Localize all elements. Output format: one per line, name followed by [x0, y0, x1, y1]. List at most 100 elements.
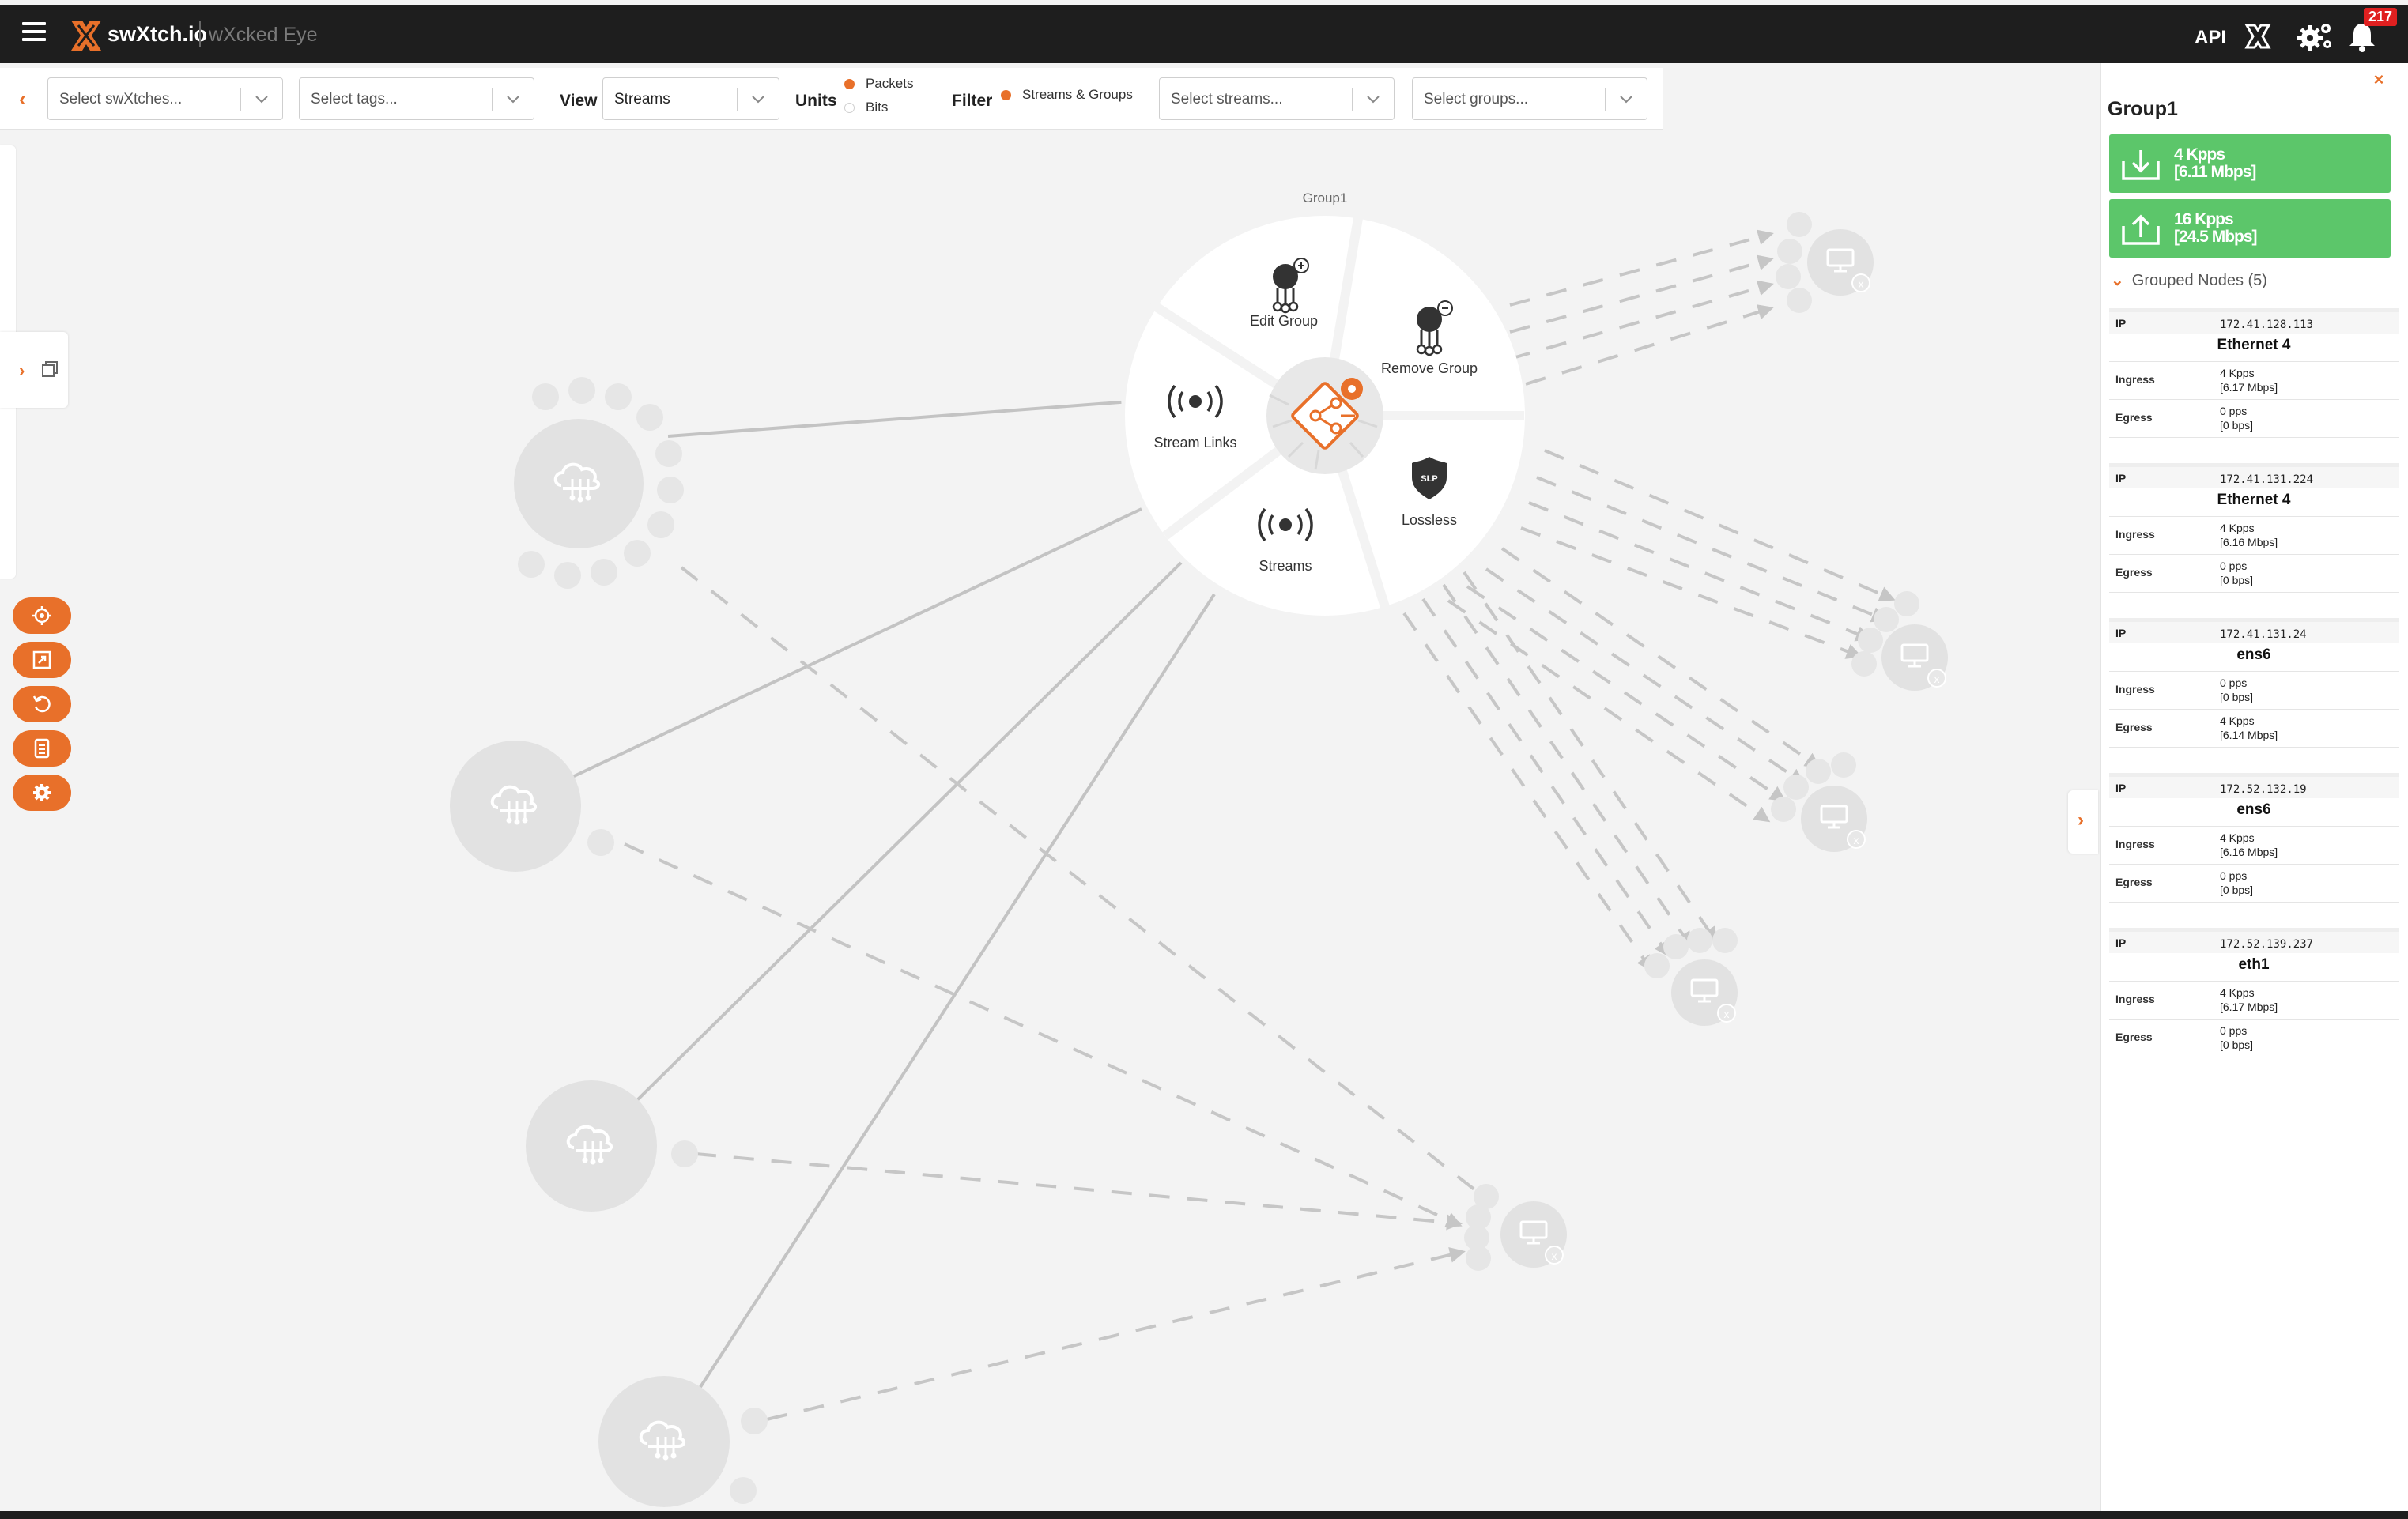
- stream-port-dot[interactable]: [587, 829, 614, 856]
- destination-node-1[interactable]: x: [1776, 212, 1874, 313]
- settings-button[interactable]: [13, 775, 71, 811]
- edit-group-label: Edit Group: [1250, 313, 1318, 329]
- stream-flow-line: [1525, 304, 1774, 386]
- notification-badge[interactable]: 217: [2364, 8, 2398, 26]
- stream-link-line[interactable]: [667, 400, 1122, 438]
- units-radio-packets[interactable]: Packets: [844, 76, 913, 92]
- egress-packets: 0 pps: [2220, 1024, 2248, 1037]
- ingress-label: Ingress: [2115, 373, 2155, 386]
- settings-icon[interactable]: [2296, 21, 2334, 52]
- source-node-3[interactable]: [526, 1080, 698, 1212]
- chevron-left-icon[interactable]: ‹: [19, 87, 26, 111]
- left-panel-toggle[interactable]: ›: [0, 332, 68, 408]
- stream-link-line[interactable]: [697, 593, 1216, 1391]
- filter-toolbar: ‹ Select swXtches... Select tags... View…: [0, 68, 1663, 130]
- stream-link-line[interactable]: [634, 561, 1183, 1103]
- tags-select[interactable]: Select tags...: [299, 77, 534, 120]
- stream-port-dot[interactable]: [671, 1140, 698, 1167]
- radio-selected-icon[interactable]: [1001, 90, 1011, 101]
- chevron-down-icon[interactable]: ⌄: [2111, 272, 2124, 289]
- groups-select-placeholder: Select groups...: [1424, 91, 1529, 107]
- chevron-down-icon[interactable]: [1618, 91, 1634, 107]
- close-icon[interactable]: x: [1859, 277, 1864, 290]
- units-radio-bits[interactable]: Bits: [844, 100, 888, 115]
- streams-select[interactable]: Select streams...: [1159, 77, 1395, 120]
- stream-flow-line: [1528, 501, 1872, 642]
- node-egress-row: Egress 0 pps [0 bps]: [2109, 555, 2399, 593]
- node-ip: 172.52.139.237: [2220, 938, 2314, 951]
- x-icon[interactable]: [2244, 22, 2272, 51]
- ingress-label: Ingress: [2115, 993, 2155, 1005]
- egress-label: Egress: [2115, 1031, 2153, 1043]
- group-center-node[interactable]: [1266, 357, 1383, 474]
- close-icon[interactable]: ×: [2368, 70, 2389, 90]
- chevron-right-icon[interactable]: ›: [2078, 809, 2084, 831]
- group-radial-menu[interactable]: Edit Group Remove Group Stream Links Str…: [1125, 216, 1525, 616]
- view-select[interactable]: Streams: [602, 77, 779, 120]
- ip-label: IP: [2115, 627, 2127, 639]
- egress-bits: [0 bps]: [2220, 1038, 2254, 1051]
- topology-graph[interactable]: x x x x x Group1 Edit Group Remove Group…: [0, 131, 2098, 1519]
- stream-flow-line: [1442, 583, 1693, 948]
- chevron-down-icon[interactable]: [505, 91, 521, 107]
- stream-flow-line: [624, 842, 1463, 1227]
- radio-unselected-icon[interactable]: [844, 103, 855, 114]
- egress-label: Egress: [2115, 411, 2153, 424]
- ingress-rate-bits: [6.11 Mbps]: [2174, 163, 2256, 181]
- source-node-1[interactable]: [514, 377, 684, 589]
- report-button[interactable]: [13, 730, 71, 767]
- close-icon[interactable]: x: [1552, 1250, 1557, 1262]
- node-egress-row: Egress 4 Kpps [6.14 Mbps]: [2109, 710, 2399, 748]
- chevron-right-icon[interactable]: ›: [19, 360, 25, 381]
- ip-label: IP: [2115, 317, 2127, 330]
- radio-selected-icon[interactable]: [844, 79, 855, 90]
- chevron-down-icon[interactable]: [254, 91, 270, 107]
- egress-rate-card: 16 Kpps [24.5 Mbps]: [2109, 199, 2391, 258]
- ingress-bits: [6.17 Mbps]: [2220, 381, 2278, 394]
- right-panel-toggle[interactable]: ›: [2068, 790, 2098, 854]
- node-ip-row: IP 172.52.132.19: [2109, 773, 2399, 798]
- close-icon[interactable]: x: [1934, 673, 1940, 685]
- locate-button[interactable]: [13, 597, 71, 634]
- destination-node-3[interactable]: x: [1771, 752, 1867, 852]
- node-interface: ens6: [2109, 643, 2399, 672]
- copy-icon[interactable]: [41, 360, 59, 378]
- ingress-bits: [6.16 Mbps]: [2220, 846, 2278, 858]
- reset-button[interactable]: [13, 686, 71, 722]
- swxtch-select[interactable]: Select swXtches...: [47, 77, 283, 120]
- stream-port-dot[interactable]: [730, 1477, 757, 1504]
- filter-label: Filter: [952, 92, 993, 110]
- menu-icon[interactable]: [22, 22, 46, 46]
- node-ingress-row: Ingress 0 pps [0 bps]: [2109, 672, 2399, 710]
- destination-node-2[interactable]: x: [1851, 591, 1948, 691]
- filter-radio-streams-groups[interactable]: Streams & Groups: [1001, 87, 1133, 103]
- units-label: Units: [795, 92, 837, 110]
- node-interface: Ethernet 4: [2109, 488, 2399, 517]
- stream-links-label: Stream Links: [1153, 435, 1236, 450]
- fit-view-button[interactable]: [13, 642, 71, 678]
- stream-flow-line: [680, 566, 1493, 1204]
- stream-flow-line: [1466, 585, 1787, 802]
- swxtch-logo-icon[interactable]: [68, 17, 104, 54]
- grouped-node: IP 172.52.132.19 ens6 Ingress 4 Kpps [6.16 …: [2109, 773, 2399, 903]
- node-ingress-row: Ingress 4 Kpps [6.16 Mbps]: [2109, 517, 2399, 555]
- ingress-rate-packets: 4 Kpps: [2174, 145, 2225, 164]
- node-ip-row: IP 172.41.131.24: [2109, 618, 2399, 643]
- chevron-down-icon[interactable]: [750, 91, 766, 107]
- lossless-label: Lossless: [1402, 512, 1457, 528]
- groups-select[interactable]: Select groups...: [1412, 77, 1647, 120]
- stream-port-dot[interactable]: [741, 1408, 768, 1434]
- close-icon[interactable]: x: [1724, 1008, 1730, 1020]
- source-node-2[interactable]: [450, 741, 614, 872]
- source-node-4[interactable]: [598, 1376, 768, 1507]
- stream-link-line[interactable]: [570, 507, 1142, 779]
- lossless-badge-text: SLP: [1421, 474, 1437, 484]
- close-icon[interactable]: x: [1854, 834, 1859, 846]
- destination-node-5[interactable]: x: [1464, 1184, 1567, 1271]
- destination-node-4[interactable]: x: [1644, 928, 1738, 1026]
- units-option-label: Bits: [866, 100, 889, 115]
- api-button[interactable]: API: [2195, 27, 2226, 49]
- ingress-packets: 4 Kpps: [2220, 986, 2255, 999]
- grouped-nodes-toggle[interactable]: ⌄ Grouped Nodes (5): [2111, 270, 2267, 290]
- chevron-down-icon[interactable]: [1365, 91, 1381, 107]
